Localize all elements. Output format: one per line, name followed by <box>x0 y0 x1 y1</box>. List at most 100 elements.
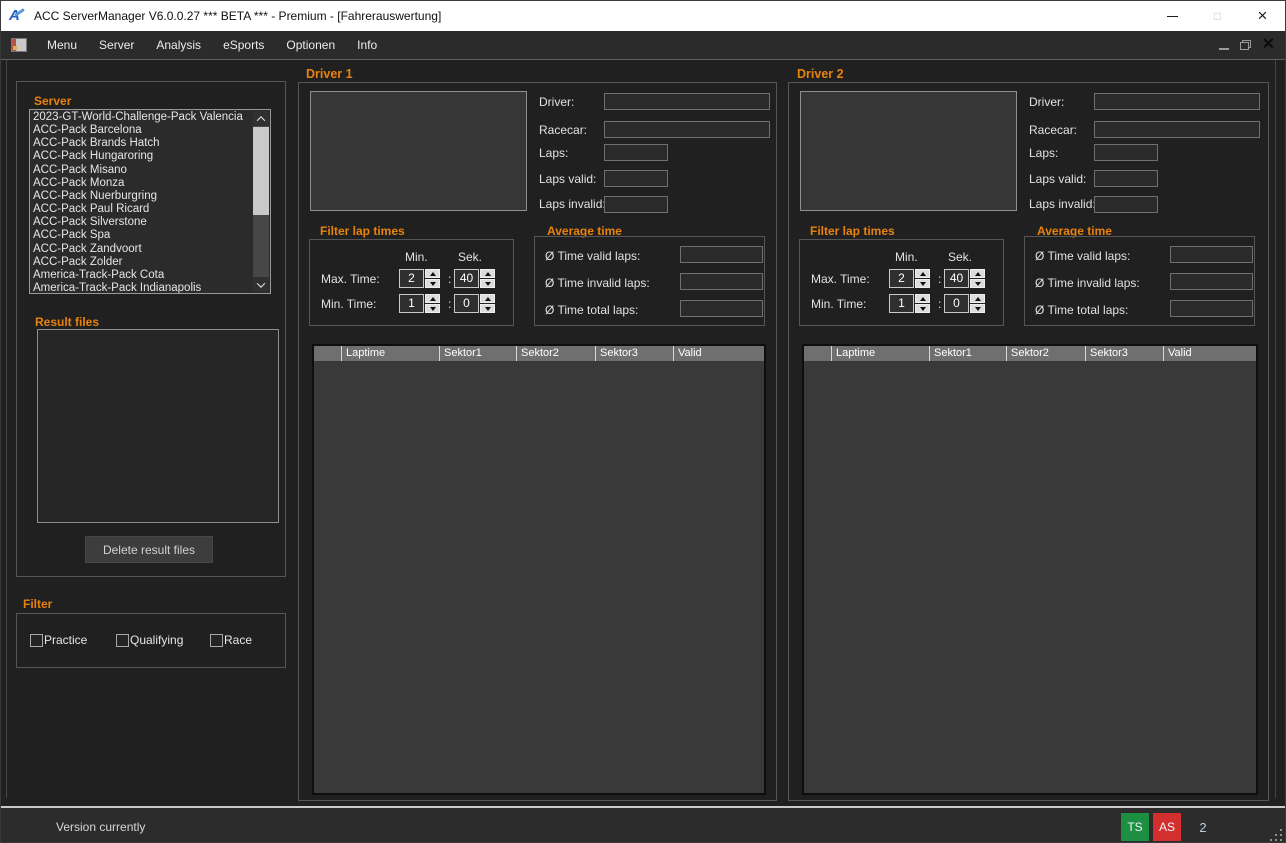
mdi-restore-icon[interactable] <box>1240 40 1251 50</box>
scrollbar-thumb[interactable] <box>253 127 269 215</box>
col-sektor2[interactable]: Sektor2 <box>1006 346 1085 361</box>
laps-input[interactable] <box>604 144 668 161</box>
col-valid[interactable]: Valid <box>673 346 764 361</box>
min-time-seconds-value[interactable]: 0 <box>944 294 969 313</box>
laps-valid-input[interactable] <box>1094 170 1158 187</box>
maximize-button[interactable]: □ <box>1195 1 1240 31</box>
spin-up-icon[interactable] <box>480 294 495 303</box>
menu-item-esports[interactable]: eSports <box>212 33 275 57</box>
avg-valid-input[interactable] <box>680 246 763 263</box>
avg-total-input[interactable] <box>1170 300 1253 317</box>
min-time-minutes-value[interactable]: 1 <box>399 294 424 313</box>
racecar-input[interactable] <box>1094 121 1260 138</box>
spin-down-icon[interactable] <box>915 304 930 313</box>
server-list-item[interactable]: ACC-Pack Monza <box>33 177 251 190</box>
server-list-item[interactable]: America-Track-Pack Indianapolis <box>33 282 251 294</box>
driver-name-input[interactable] <box>1094 93 1260 110</box>
col-sektor2[interactable]: Sektor2 <box>516 346 595 361</box>
spin-up-icon[interactable] <box>425 294 440 303</box>
resize-grip[interactable] <box>1269 828 1282 841</box>
max-time-minutes-spinner[interactable]: 2 <box>399 269 440 288</box>
server-list-item[interactable]: ACC-Pack Paul Ricard <box>33 203 251 216</box>
col-sektor3[interactable]: Sektor3 <box>595 346 673 361</box>
spin-up-icon[interactable] <box>425 269 440 278</box>
server-list-item[interactable]: America-Track-Pack Cota <box>33 269 251 282</box>
avg-total-input[interactable] <box>680 300 763 317</box>
menu-item-optionen[interactable]: Optionen <box>275 33 346 57</box>
server-list-item[interactable]: ACC-Pack Nuerburgring <box>33 190 251 203</box>
laps-input[interactable] <box>1094 144 1158 161</box>
max-time-minutes-value[interactable]: 2 <box>399 269 424 288</box>
max-time-seconds-value[interactable]: 40 <box>454 269 479 288</box>
min-time-seconds-spinner[interactable]: 0 <box>454 294 495 313</box>
spin-down-icon[interactable] <box>425 304 440 313</box>
spin-down-icon[interactable] <box>970 279 985 288</box>
delete-result-files-button[interactable]: Delete result files <box>85 536 213 563</box>
close-button[interactable]: × <box>1240 1 1285 31</box>
col-rowheader[interactable] <box>314 346 341 361</box>
spin-up-icon[interactable] <box>970 294 985 303</box>
server-list-item[interactable]: ACC-Pack Zandvoort <box>33 243 251 256</box>
server-list-item[interactable]: ACC-Pack Spa <box>33 229 251 242</box>
min-time-minutes-spinner[interactable]: 1 <box>399 294 440 313</box>
col-sektor3[interactable]: Sektor3 <box>1085 346 1163 361</box>
mdi-minimize-icon[interactable] <box>1219 48 1229 50</box>
max-time-minutes-value[interactable]: 2 <box>889 269 914 288</box>
min-time-seconds-value[interactable]: 0 <box>454 294 479 313</box>
spin-up-icon[interactable] <box>970 269 985 278</box>
driver2-laps-table[interactable]: Laptime Sektor1 Sektor2 Sektor3 Valid <box>802 344 1258 795</box>
menu-item-server[interactable]: Server <box>88 33 145 57</box>
col-laptime[interactable]: Laptime <box>831 346 929 361</box>
server-list-scrollbar[interactable] <box>253 111 269 292</box>
practice-checkbox[interactable] <box>30 634 43 647</box>
spin-down-icon[interactable] <box>480 279 495 288</box>
min-time-minutes-value[interactable]: 1 <box>889 294 914 313</box>
max-time-seconds-spinner[interactable]: 40 <box>944 269 985 288</box>
spin-up-icon[interactable] <box>480 269 495 278</box>
avg-valid-input[interactable] <box>1170 246 1253 263</box>
min-time-minutes-spinner[interactable]: 1 <box>889 294 930 313</box>
col-sektor1[interactable]: Sektor1 <box>929 346 1006 361</box>
menu-item-analysis[interactable]: Analysis <box>145 33 212 57</box>
col-rowheader[interactable] <box>804 346 831 361</box>
server-list-item[interactable]: ACC-Pack Barcelona <box>33 124 251 137</box>
spin-down-icon[interactable] <box>915 279 930 288</box>
scroll-up-icon[interactable] <box>253 111 269 126</box>
min-time-seconds-spinner[interactable]: 0 <box>944 294 985 313</box>
minimize-button[interactable] <box>1150 1 1195 31</box>
server-list-item[interactable]: ACC-Pack Silverstone <box>33 216 251 229</box>
server-list-item[interactable]: ACC-Pack Zolder <box>33 256 251 269</box>
spin-up-icon[interactable] <box>915 269 930 278</box>
avg-invalid-input[interactable] <box>1170 273 1253 290</box>
driver1-laps-table[interactable]: Laptime Sektor1 Sektor2 Sektor3 Valid <box>312 344 766 795</box>
server-list-item[interactable]: ACC-Pack Brands Hatch <box>33 137 251 150</box>
laps-invalid-input[interactable] <box>1094 196 1158 213</box>
spin-down-icon[interactable] <box>425 279 440 288</box>
laps-valid-input[interactable] <box>604 170 668 187</box>
qualifying-checkbox[interactable] <box>116 634 129 647</box>
col-laptime[interactable]: Laptime <box>341 346 439 361</box>
server-list-item[interactable]: ACC-Pack Hungaroring <box>33 150 251 163</box>
as-status-badge[interactable]: AS <box>1153 813 1181 841</box>
driver-name-input[interactable] <box>604 93 770 110</box>
laps-invalid-input[interactable] <box>604 196 668 213</box>
racecar-input[interactable] <box>604 121 770 138</box>
spin-down-icon[interactable] <box>970 304 985 313</box>
mdi-close-icon[interactable]: ✕ <box>1262 37 1275 53</box>
max-time-seconds-spinner[interactable]: 40 <box>454 269 495 288</box>
server-listbox[interactable]: 2023-GT-World-Challenge-Pack Valencia AC… <box>29 109 271 294</box>
col-valid[interactable]: Valid <box>1163 346 1256 361</box>
menu-item-info[interactable]: Info <box>346 33 388 57</box>
avg-invalid-input[interactable] <box>680 273 763 290</box>
ts-status-badge[interactable]: TS <box>1121 813 1149 841</box>
race-checkbox[interactable] <box>210 634 223 647</box>
max-time-seconds-value[interactable]: 40 <box>944 269 969 288</box>
scroll-down-icon[interactable] <box>253 277 269 292</box>
spin-down-icon[interactable] <box>480 304 495 313</box>
max-time-minutes-spinner[interactable]: 2 <box>889 269 930 288</box>
spin-up-icon[interactable] <box>915 294 930 303</box>
menu-item-menu[interactable]: Menu <box>36 33 88 57</box>
server-list-item[interactable]: ACC-Pack Misano <box>33 164 251 177</box>
result-files-listbox[interactable] <box>37 329 279 523</box>
server-list-item[interactable]: 2023-GT-World-Challenge-Pack Valencia <box>33 111 251 124</box>
